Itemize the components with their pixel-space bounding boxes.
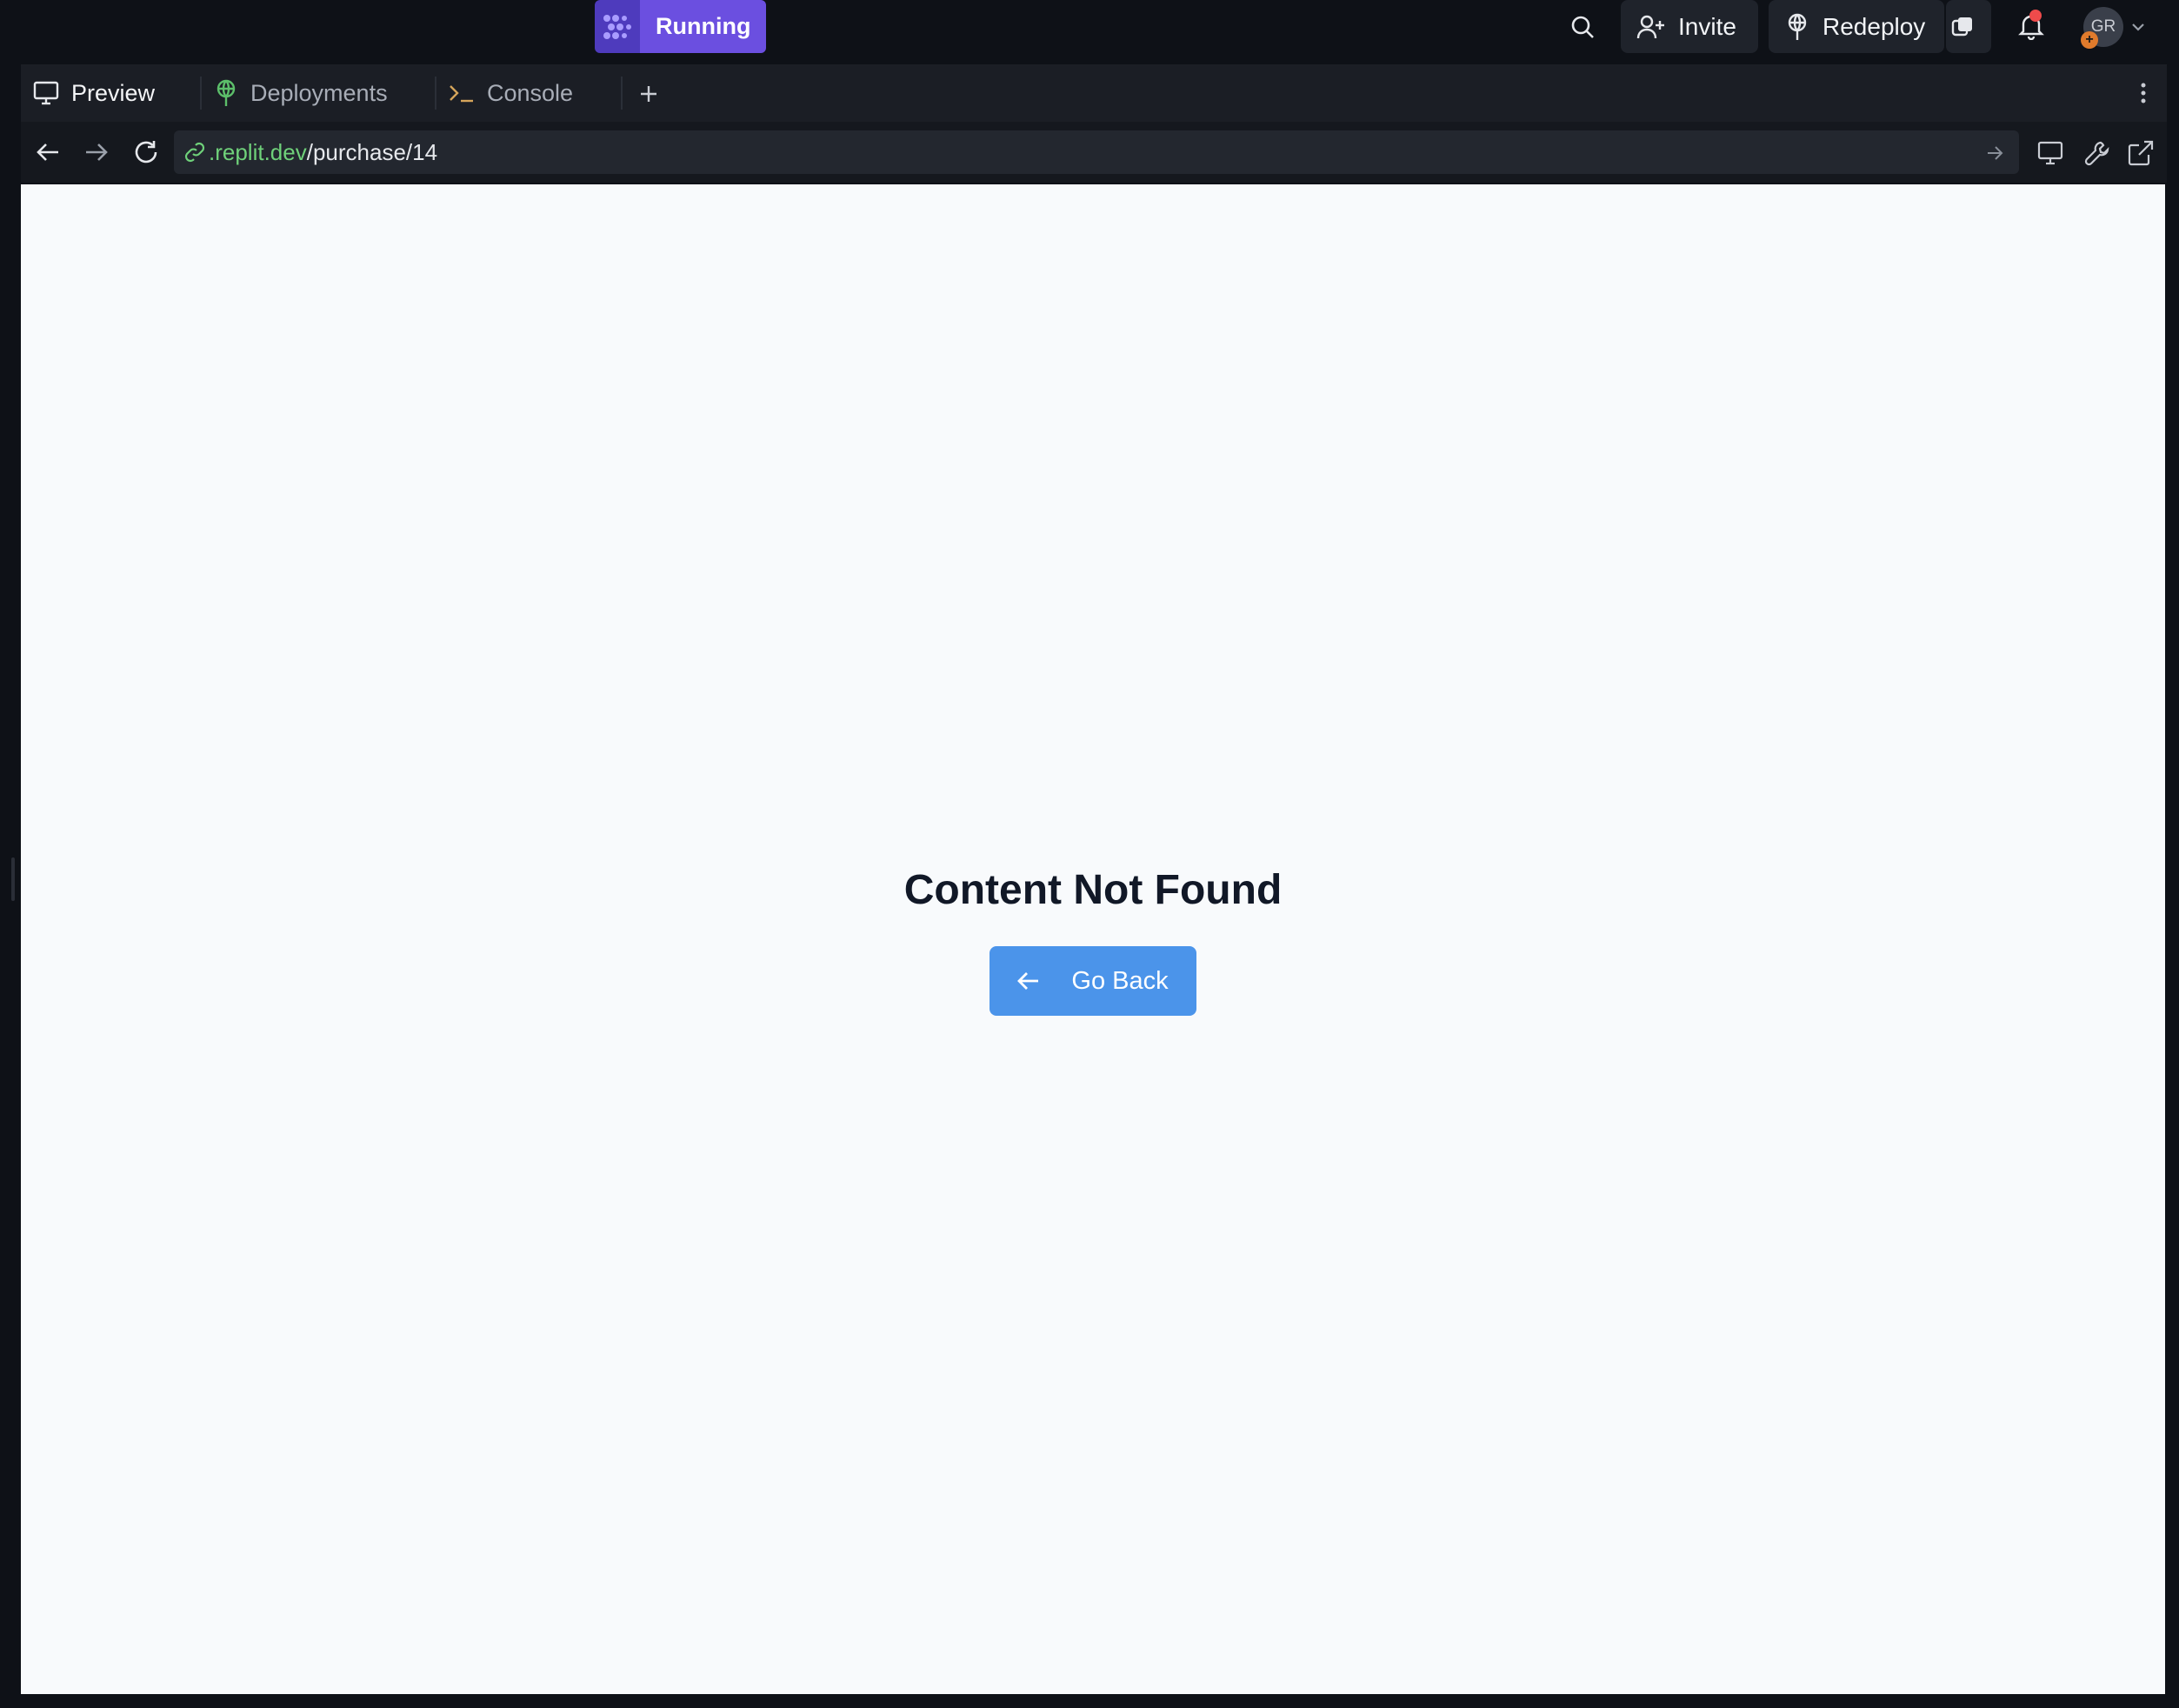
go-back-label: Go Back: [1071, 966, 1169, 995]
resize-handle[interactable]: [11, 857, 15, 901]
preview-pane: Content Not Found Go Back: [21, 184, 2165, 1694]
search-icon[interactable]: [1565, 10, 1600, 43]
url-input[interactable]: .replit.dev/purchase/14: [174, 130, 2019, 174]
copy-icon: [1951, 17, 1972, 36]
redeploy-label: Redeploy: [1822, 12, 1926, 40]
tab-label: Console: [487, 79, 574, 106]
tab-label: Deployments: [250, 79, 388, 106]
replit-logo-icon: [595, 0, 640, 53]
tab-label: Preview: [71, 79, 156, 106]
add-tab-icon[interactable]: [635, 80, 663, 108]
forward-arrow-icon[interactable]: [82, 137, 111, 167]
app-window: Running Invite Redeploy GR + Preview Dep…: [0, 0, 2179, 1708]
tab-deployments[interactable]: Deployments: [202, 64, 430, 122]
monitor-icon: [33, 81, 59, 105]
open-external-icon[interactable]: [2125, 137, 2156, 169]
tab-bar: Preview Deployments Console: [21, 64, 2167, 122]
link-icon: [184, 142, 205, 163]
page-title: Content Not Found: [903, 867, 1283, 913]
chevron-down-icon[interactable]: [2129, 17, 2148, 37]
user-plus-icon: [1636, 15, 1664, 38]
layers-button[interactable]: [1946, 0, 1991, 53]
invite-button[interactable]: Invite: [1621, 0, 1758, 53]
device-preview-icon[interactable]: [2035, 137, 2066, 169]
run-status-label: Running: [640, 0, 767, 53]
invite-label: Invite: [1678, 12, 1736, 40]
notification-badge: [2029, 10, 2042, 22]
redeploy-button[interactable]: Redeploy: [1769, 0, 1944, 53]
run-button[interactable]: Running: [595, 0, 767, 53]
go-back-button[interactable]: Go Back: [990, 946, 1196, 1016]
tab-console[interactable]: Console: [436, 64, 621, 122]
arrow-left-icon: [1017, 972, 1039, 990]
top-bar: Running Invite Redeploy GR +: [0, 0, 2179, 54]
avatar-badge: +: [2081, 31, 2098, 49]
tab-divider: [621, 77, 623, 110]
address-bar: .replit.dev/purchase/14: [21, 122, 2167, 183]
deployments-icon: [217, 79, 236, 106]
url-domain: .replit.dev: [209, 138, 307, 165]
go-arrow-icon[interactable]: [1984, 143, 2005, 163]
url-path: /purchase/14: [306, 138, 438, 165]
deploy-icon: [1788, 13, 1807, 40]
more-options-icon[interactable]: [2130, 78, 2156, 108]
wrench-icon[interactable]: [2082, 137, 2113, 169]
refresh-icon[interactable]: [130, 137, 162, 168]
back-arrow-icon[interactable]: [33, 137, 63, 167]
tab-preview[interactable]: Preview: [21, 64, 200, 122]
terminal-icon: [450, 85, 473, 103]
